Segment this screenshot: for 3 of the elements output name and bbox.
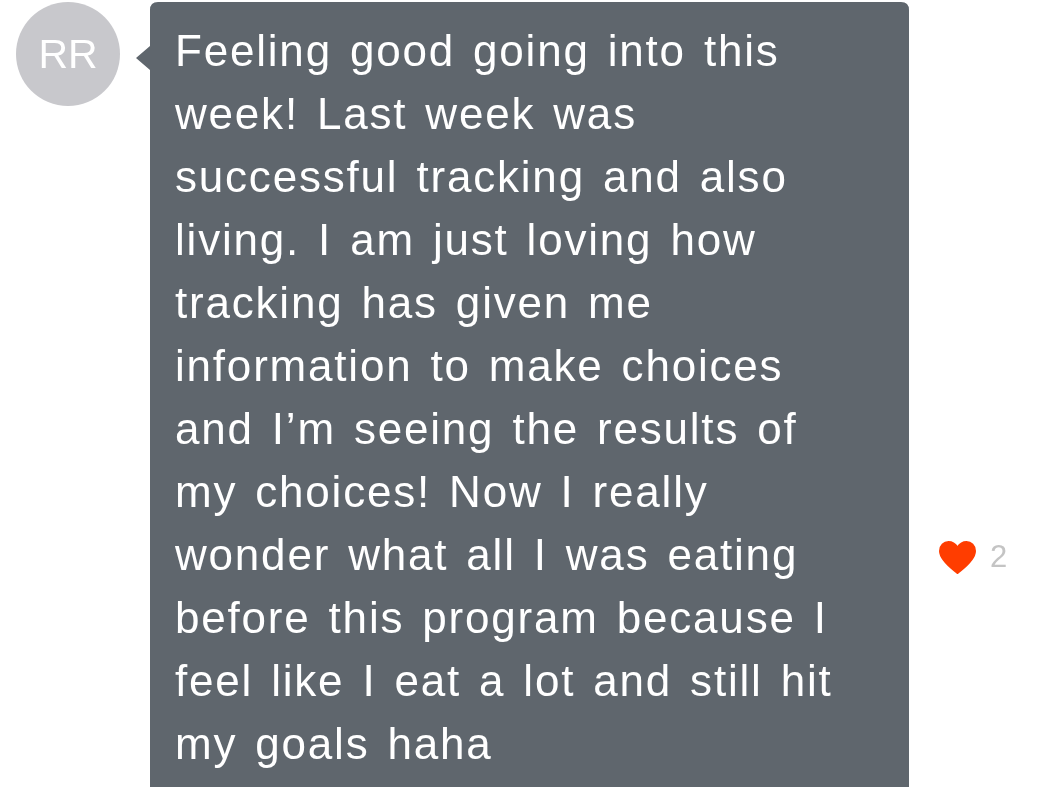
heart-icon[interactable] — [939, 540, 976, 574]
message-text: Feeling good going into this week! Last week was successful tracking and also living. I am just loving how tracking has given me information to make choices and I’m seeing the results of my choices! Now I really wonder what all I was eating before this program because I feel like I eat a lot and still hit my goals haha — [175, 25, 834, 770]
like-count: 2 — [990, 539, 1008, 575]
